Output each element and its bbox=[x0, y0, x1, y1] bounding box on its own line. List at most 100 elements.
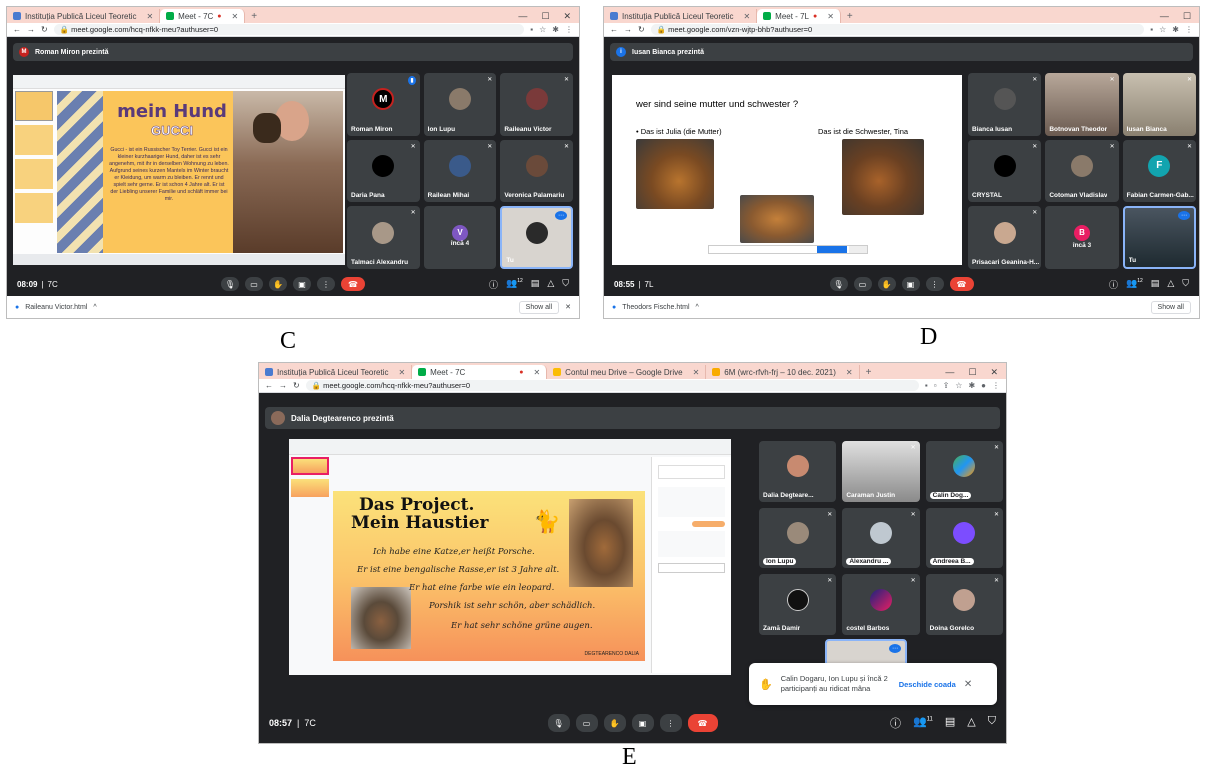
forward-icon[interactable]: → bbox=[27, 25, 35, 34]
show-all-button[interactable]: Show all bbox=[1150, 300, 1191, 314]
participant-tile-more[interactable]: Bîncă 3 bbox=[1045, 206, 1119, 269]
chat-icon[interactable]: ▤ bbox=[1151, 278, 1160, 291]
host-controls-icon[interactable]: ⛉ bbox=[562, 278, 569, 291]
camera-button[interactable]: ▭ bbox=[575, 714, 598, 732]
end-call-button[interactable]: ☎ bbox=[341, 277, 365, 291]
more-options-icon[interactable]: ⋯ bbox=[1178, 211, 1190, 221]
forward-icon[interactable]: → bbox=[279, 381, 287, 390]
download-file-name[interactable]: Theodors Fische.html bbox=[622, 304, 689, 311]
menu-icon[interactable]: ⋮ bbox=[1185, 25, 1193, 34]
raise-hand-button[interactable]: ✋ bbox=[269, 277, 287, 291]
menu-icon[interactable]: ⋮ bbox=[992, 381, 1000, 390]
activities-icon[interactable]: △ bbox=[967, 715, 975, 731]
chat-icon[interactable]: ▤ bbox=[531, 278, 540, 291]
self-tile[interactable]: ⋯ Tu bbox=[500, 206, 573, 269]
present-button[interactable]: ▣ bbox=[293, 277, 311, 291]
present-button[interactable]: ▣ bbox=[901, 277, 920, 291]
participant-tile[interactable]: M ▮ Roman Miron bbox=[347, 73, 420, 136]
tab-institutia[interactable]: Instituția Publică Liceul Teoretic ✕ bbox=[7, 9, 161, 23]
extensions-icon[interactable]: ✱ bbox=[968, 381, 975, 390]
participant-tile[interactable]: ✕ Calin Dog... bbox=[925, 441, 1003, 502]
host-controls-icon[interactable]: ⛉ bbox=[1182, 278, 1189, 291]
more-options-icon[interactable]: ⋯ bbox=[554, 211, 567, 221]
participant-tile[interactable]: ✕ Cotoman Vladislav bbox=[1045, 139, 1119, 203]
camera-icon[interactable]: ▪ bbox=[1150, 25, 1153, 34]
more-options-button[interactable]: ⋮ bbox=[659, 714, 682, 732]
star-icon[interactable]: ☆ bbox=[1159, 25, 1166, 34]
info-icon[interactable]: ⓘ bbox=[890, 715, 901, 731]
participant-tile[interactable]: ✕ Prisacari Geanina-H... bbox=[968, 206, 1042, 269]
maximize-icon[interactable]: ☐ bbox=[1183, 11, 1191, 22]
more-options-icon[interactable]: ⋯ bbox=[889, 644, 901, 653]
back-icon[interactable]: ← bbox=[13, 25, 21, 34]
participant-tile[interactable]: ✕ Caraman Justin bbox=[842, 441, 920, 502]
extensions-icon[interactable]: ✱ bbox=[552, 25, 559, 34]
participant-tile[interactable]: ✕ Veronica Palamariu bbox=[500, 139, 573, 203]
camera-icon[interactable]: ▪ bbox=[925, 381, 928, 390]
close-icon[interactable]: ✕ bbox=[146, 12, 153, 21]
forward-icon[interactable]: → bbox=[624, 25, 632, 34]
close-icon[interactable]: ✕ bbox=[565, 303, 571, 311]
self-tile[interactable]: ⋯ Tu bbox=[1122, 206, 1196, 269]
people-icon[interactable]: 👥12 bbox=[506, 278, 523, 291]
chat-icon[interactable]: ▤ bbox=[945, 715, 955, 731]
activities-icon[interactable]: △ bbox=[1167, 278, 1174, 291]
close-icon[interactable]: ✕ bbox=[846, 368, 853, 377]
participant-tile[interactable]: ✕ Bianca Iusan bbox=[968, 73, 1042, 136]
new-tab-button[interactable]: + bbox=[860, 365, 878, 379]
participant-tile[interactable]: ✕ Daria Pana bbox=[347, 139, 420, 203]
close-icon[interactable]: ✕ bbox=[827, 12, 834, 21]
more-options-button[interactable]: ⋮ bbox=[925, 277, 944, 291]
mic-button[interactable]: 🎙 bbox=[547, 714, 570, 732]
url-field[interactable]: 🔒 meet.google.com/vzn-wjtp-bhb?authuser=… bbox=[650, 24, 1145, 35]
participant-tile[interactable]: ✕ CRYSTAL bbox=[968, 139, 1042, 203]
more-options-button[interactable]: ⋮ bbox=[317, 277, 335, 291]
star-icon[interactable]: ☆ bbox=[539, 25, 546, 34]
tab-drive[interactable]: Contul meu Drive – Google Drive ✕ bbox=[547, 365, 707, 379]
close-icon[interactable]: ✕ bbox=[964, 679, 972, 690]
chevron-up-icon[interactable]: ^ bbox=[93, 304, 96, 311]
extensions-icon[interactable]: ✱ bbox=[1172, 25, 1179, 34]
host-controls-icon[interactable]: ⛉ bbox=[988, 715, 996, 731]
participant-tile[interactable]: ✕ Doina Gorelco bbox=[925, 574, 1003, 635]
camera-icon[interactable]: ▪ bbox=[530, 25, 533, 34]
raise-hand-button[interactable]: ✋ bbox=[603, 714, 626, 732]
star-icon[interactable]: ☆ bbox=[955, 381, 962, 390]
participant-tile-more[interactable]: Vîncă 4 bbox=[423, 206, 497, 269]
participant-tile[interactable]: ✕ Raileanu Victor bbox=[500, 73, 573, 136]
mic-button[interactable]: 🎙 bbox=[221, 277, 239, 291]
close-icon[interactable]: ✕ bbox=[693, 368, 700, 377]
tab-meet[interactable]: Meet - 7C ● ✕ bbox=[160, 9, 246, 23]
new-tab-button[interactable]: + bbox=[841, 9, 859, 23]
participant-tile[interactable]: ✕ Botnovan Theodor bbox=[1045, 73, 1119, 136]
download-file-name[interactable]: Raileanu Victor.html bbox=[25, 304, 87, 311]
close-icon[interactable]: ✕ bbox=[232, 12, 239, 21]
profile-icon[interactable]: ● bbox=[981, 381, 986, 390]
end-call-button[interactable]: ☎ bbox=[687, 714, 718, 732]
screen-icon[interactable]: ▫ bbox=[934, 381, 937, 390]
tab-institutia[interactable]: Instituția Publică Liceul Teoretic ✕ bbox=[259, 365, 413, 379]
mic-button[interactable]: 🎙 bbox=[829, 277, 848, 291]
tab-institutia[interactable]: Instituția Publică Liceul Teoretic ✕ bbox=[604, 9, 758, 23]
raise-hand-button[interactable]: ✋ bbox=[877, 277, 896, 291]
people-icon[interactable]: 👥11 bbox=[913, 715, 933, 731]
end-call-button[interactable]: ☎ bbox=[949, 277, 974, 291]
participant-tile[interactable]: Dalia Degteare... bbox=[759, 441, 837, 502]
back-icon[interactable]: ← bbox=[265, 381, 273, 390]
participant-tile[interactable]: ✕ Talmaci Alexandru bbox=[347, 206, 420, 269]
reload-icon[interactable]: ↻ bbox=[638, 25, 645, 34]
camera-button[interactable]: ▭ bbox=[853, 277, 872, 291]
participant-tile[interactable]: F ✕ Fabian Carmen-Gab... bbox=[1122, 139, 1196, 203]
participant-tile[interactable]: ✕ Zamă Damir bbox=[759, 574, 837, 635]
open-queue-button[interactable]: Deschide coada bbox=[899, 680, 956, 689]
minimize-icon[interactable]: — bbox=[1160, 11, 1169, 21]
maximize-icon[interactable]: ☐ bbox=[968, 367, 976, 378]
participant-tile[interactable]: ✕ costel Barbos bbox=[842, 574, 920, 635]
url-field[interactable]: 🔒 meet.google.com/hcq-nfkk-meu?authuser=… bbox=[305, 380, 919, 391]
url-field[interactable]: 🔒 meet.google.com/hcq-nfkk-meu?authuser=… bbox=[53, 24, 525, 35]
participant-tile[interactable]: ✕ Andreea B... bbox=[925, 507, 1003, 569]
camera-button[interactable]: ▭ bbox=[245, 277, 263, 291]
participant-tile[interactable]: ✕ Alexandru ... bbox=[842, 507, 920, 569]
participant-tile[interactable]: ✕ Ion Lupu bbox=[759, 507, 837, 569]
chevron-up-icon[interactable]: ^ bbox=[696, 304, 699, 311]
